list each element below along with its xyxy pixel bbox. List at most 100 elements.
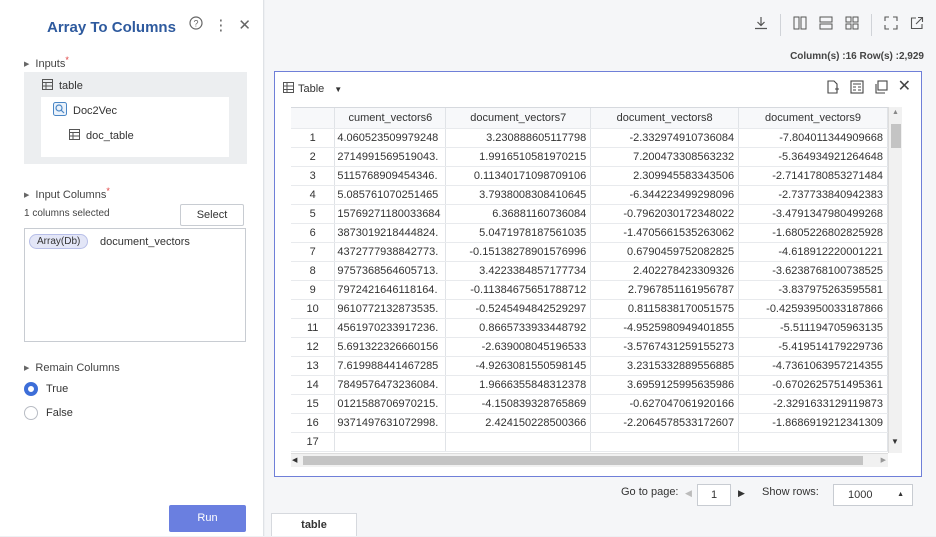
scroll-down-icon[interactable]: ▼ — [891, 437, 899, 446]
table-row[interactable]: 10.9610772132873535 -0.5245494842529297 0.… — [291, 299, 888, 319]
table-cell[interactable]: -0.42593950033187866 — [738, 299, 888, 319]
table-cell[interactable]: -4.150839328765869 — [445, 394, 592, 414]
table-cell[interactable]: -3.6238768100738525 — [738, 261, 888, 281]
table-cell[interactable]: -0.627047061920166 — [590, 394, 740, 414]
table-cell[interactable]: -5.511194705963135 — [738, 318, 888, 338]
table-cell[interactable]: 2.7967851161956787 — [590, 280, 740, 300]
table-row[interactable]: 9.7972421646118164 -0.11384675651788712 2.… — [291, 280, 888, 300]
table-cell[interactable]: -0.6702625751495361 — [738, 375, 888, 395]
table-cell[interactable]: -3.837975263595581 — [738, 280, 888, 300]
table-cell[interactable]: 3.6959125995635986 — [590, 375, 740, 395]
table-cell[interactable]: -2.7141780853271484 — [738, 166, 888, 186]
table-cell[interactable]: -0.11384675651788712 — [445, 280, 592, 300]
table-row[interactable]: 11.4561970233917236 0.8665733933448792 -4.… — [291, 318, 888, 338]
scroll-left-icon[interactable]: ◀ — [292, 456, 297, 464]
table-cell[interactable]: -2.737733840942383 — [738, 185, 888, 205]
horizontal-scrollbar[interactable]: ◀ ▶ — [291, 453, 888, 467]
fullscreen-icon[interactable] — [884, 16, 898, 34]
rows-layout-icon[interactable] — [819, 16, 833, 34]
table-cell[interactable]: .5115768909454346 — [334, 166, 447, 186]
table-cell[interactable]: .2714991569519043 — [334, 147, 447, 167]
table-cell[interactable]: -6.344223499298096 — [590, 185, 740, 205]
table-cell[interactable]: -2.3291633129119873 — [738, 394, 888, 414]
table-row[interactable]: 1 4.060523509979248 3.230888605117798 -2.33… — [291, 128, 888, 148]
radio-true[interactable]: True — [24, 382, 68, 396]
table-row[interactable]: 7.4372777938842773 -0.15138278901576996 0.… — [291, 242, 888, 262]
radio-false[interactable]: False — [24, 406, 73, 420]
table-cell[interactable]: -1.4705661535263062 — [590, 223, 740, 243]
input-columns-section[interactable]: ▶ Input Columns* — [24, 186, 110, 201]
table-cell[interactable]: 0.11340171098709106 — [445, 166, 592, 186]
table-cell[interactable]: 1.9666355848312378 — [445, 375, 592, 395]
table-cell[interactable]: -4.9263081550598145 — [445, 356, 592, 376]
table-cell[interactable]: .7972421646118164 — [334, 280, 447, 300]
tree-item-table[interactable]: table — [42, 79, 83, 93]
table-cell[interactable]: -2.2064578533172607 — [590, 413, 740, 433]
select-button[interactable]: Select — [180, 204, 244, 226]
table-cell[interactable]: -1.6805226802825928 — [738, 223, 888, 243]
table-cell[interactable]: -5.419514179229736 — [738, 337, 888, 357]
table-cell[interactable]: 15769271180033684 — [334, 204, 447, 224]
export-file-icon[interactable] — [826, 80, 840, 97]
table-cell[interactable]: 7.619988441467285 — [334, 356, 447, 376]
column-header[interactable]: document_vectors9 — [738, 108, 888, 129]
table-cell[interactable]: .4561970233917236 — [334, 318, 447, 338]
column-header[interactable]: document_vectors8 — [590, 108, 740, 129]
tab-table[interactable]: table — [271, 513, 357, 536]
table-cell[interactable]: 3.2315332889556885 — [590, 356, 740, 376]
table-cell[interactable]: -4.7361063957214355 — [738, 356, 888, 376]
table-cell[interactable]: -5.364934921264648 — [738, 147, 888, 167]
column-header[interactable]: cument_vectors6 — [334, 108, 447, 129]
table-cell[interactable] — [445, 432, 592, 452]
table-row[interactable]: 2.2714991569519043 1.9916510581970215 7.20… — [291, 147, 888, 167]
page-input[interactable]: 1 — [697, 484, 731, 506]
table-cell[interactable]: -4.9525980949401855 — [590, 318, 740, 338]
table-cell[interactable]: 4.060523509979248 — [334, 128, 447, 148]
table-cell[interactable]: .9610772132873535 — [334, 299, 447, 319]
table-cell[interactable]: 1.9916510581970215 — [445, 147, 592, 167]
table-cell[interactable]: .9371497631072998 — [334, 413, 447, 433]
table-row[interactable]: 8.9757368564605713 3.4223384857177734 2.40… — [291, 261, 888, 281]
inputs-section[interactable]: ▶ Inputs* — [24, 55, 69, 70]
more-vertical-icon[interactable]: ⋮ — [213, 16, 228, 34]
table-row[interactable]: 4 5.085761070251465 3.7938008308410645 -6.3… — [291, 185, 888, 205]
table-cell[interactable]: .7849576473236084 — [334, 375, 447, 395]
table-cell[interactable]: 3.230888605117798 — [445, 128, 592, 148]
remain-columns-section[interactable]: ▶ Remain Columns — [24, 362, 120, 374]
table-cell[interactable]: -3.4791347980499268 — [738, 204, 888, 224]
run-button[interactable]: Run — [169, 505, 246, 532]
table-cell[interactable]: 3.7938008308410645 — [445, 185, 592, 205]
table-row[interactable]: 12 5.691322326660156 -2.639008045196533 -3.… — [291, 337, 888, 357]
table-cell[interactable]: 3.4223384857177734 — [445, 261, 592, 281]
help-circle-icon[interactable]: ? — [189, 16, 204, 34]
table-cell[interactable]: -2.639008045196533 — [445, 337, 592, 357]
grid-layout-icon[interactable] — [845, 16, 859, 34]
table-row[interactable]: 5 15769271180033684 6.36881160736084 -0.796… — [291, 204, 888, 224]
table-cell[interactable]: 2.402278423309326 — [590, 261, 740, 281]
table-cell[interactable]: -0.15138278901576996 — [445, 242, 592, 262]
table-cell[interactable]: -0.7962030172348022 — [590, 204, 740, 224]
vertical-scroll-thumb[interactable] — [891, 124, 901, 148]
table-cell[interactable]: -7.804011344909668 — [738, 128, 888, 148]
table-cell[interactable]: 5.0471978187561035 — [445, 223, 592, 243]
table-cell[interactable]: .3873019218444824 — [334, 223, 447, 243]
table-cell[interactable]: -2.332974910736084 — [590, 128, 740, 148]
copy-icon[interactable] — [874, 80, 888, 97]
table-cell[interactable]: 5.691322326660156 — [334, 337, 447, 357]
table-cell[interactable]: -3.5767431259155273 — [590, 337, 740, 357]
table-row[interactable]: 13 7.619988441467285 -4.9263081550598145 3.… — [291, 356, 888, 376]
next-page-icon[interactable]: ▶ — [738, 488, 745, 499]
table-cell[interactable]: 2.309945583343506 — [590, 166, 740, 186]
table-cell[interactable]: .4372777938842773 — [334, 242, 447, 262]
horizontal-scroll-thumb[interactable] — [303, 456, 863, 465]
prev-page-icon[interactable]: ◀ — [685, 488, 692, 499]
table-cell[interactable]: -4.618912220001221 — [738, 242, 888, 262]
table-row[interactable]: 15.0121588706970215 -4.150839328765869 -0.… — [291, 394, 888, 414]
table-row[interactable]: 14.7849576473236084 1.9666355848312378 3.6… — [291, 375, 888, 395]
table-cell[interactable]: 0.8115838170051575 — [590, 299, 740, 319]
table-row[interactable]: 3.5115768909454346 0.11340171098709106 2.3… — [291, 166, 888, 186]
tree-item-doc-table[interactable]: doc_table — [69, 129, 134, 143]
table-cell[interactable]: .0121588706970215 — [334, 394, 447, 414]
scroll-right-icon[interactable]: ▶ — [881, 456, 886, 464]
table-cell[interactable] — [738, 432, 888, 452]
